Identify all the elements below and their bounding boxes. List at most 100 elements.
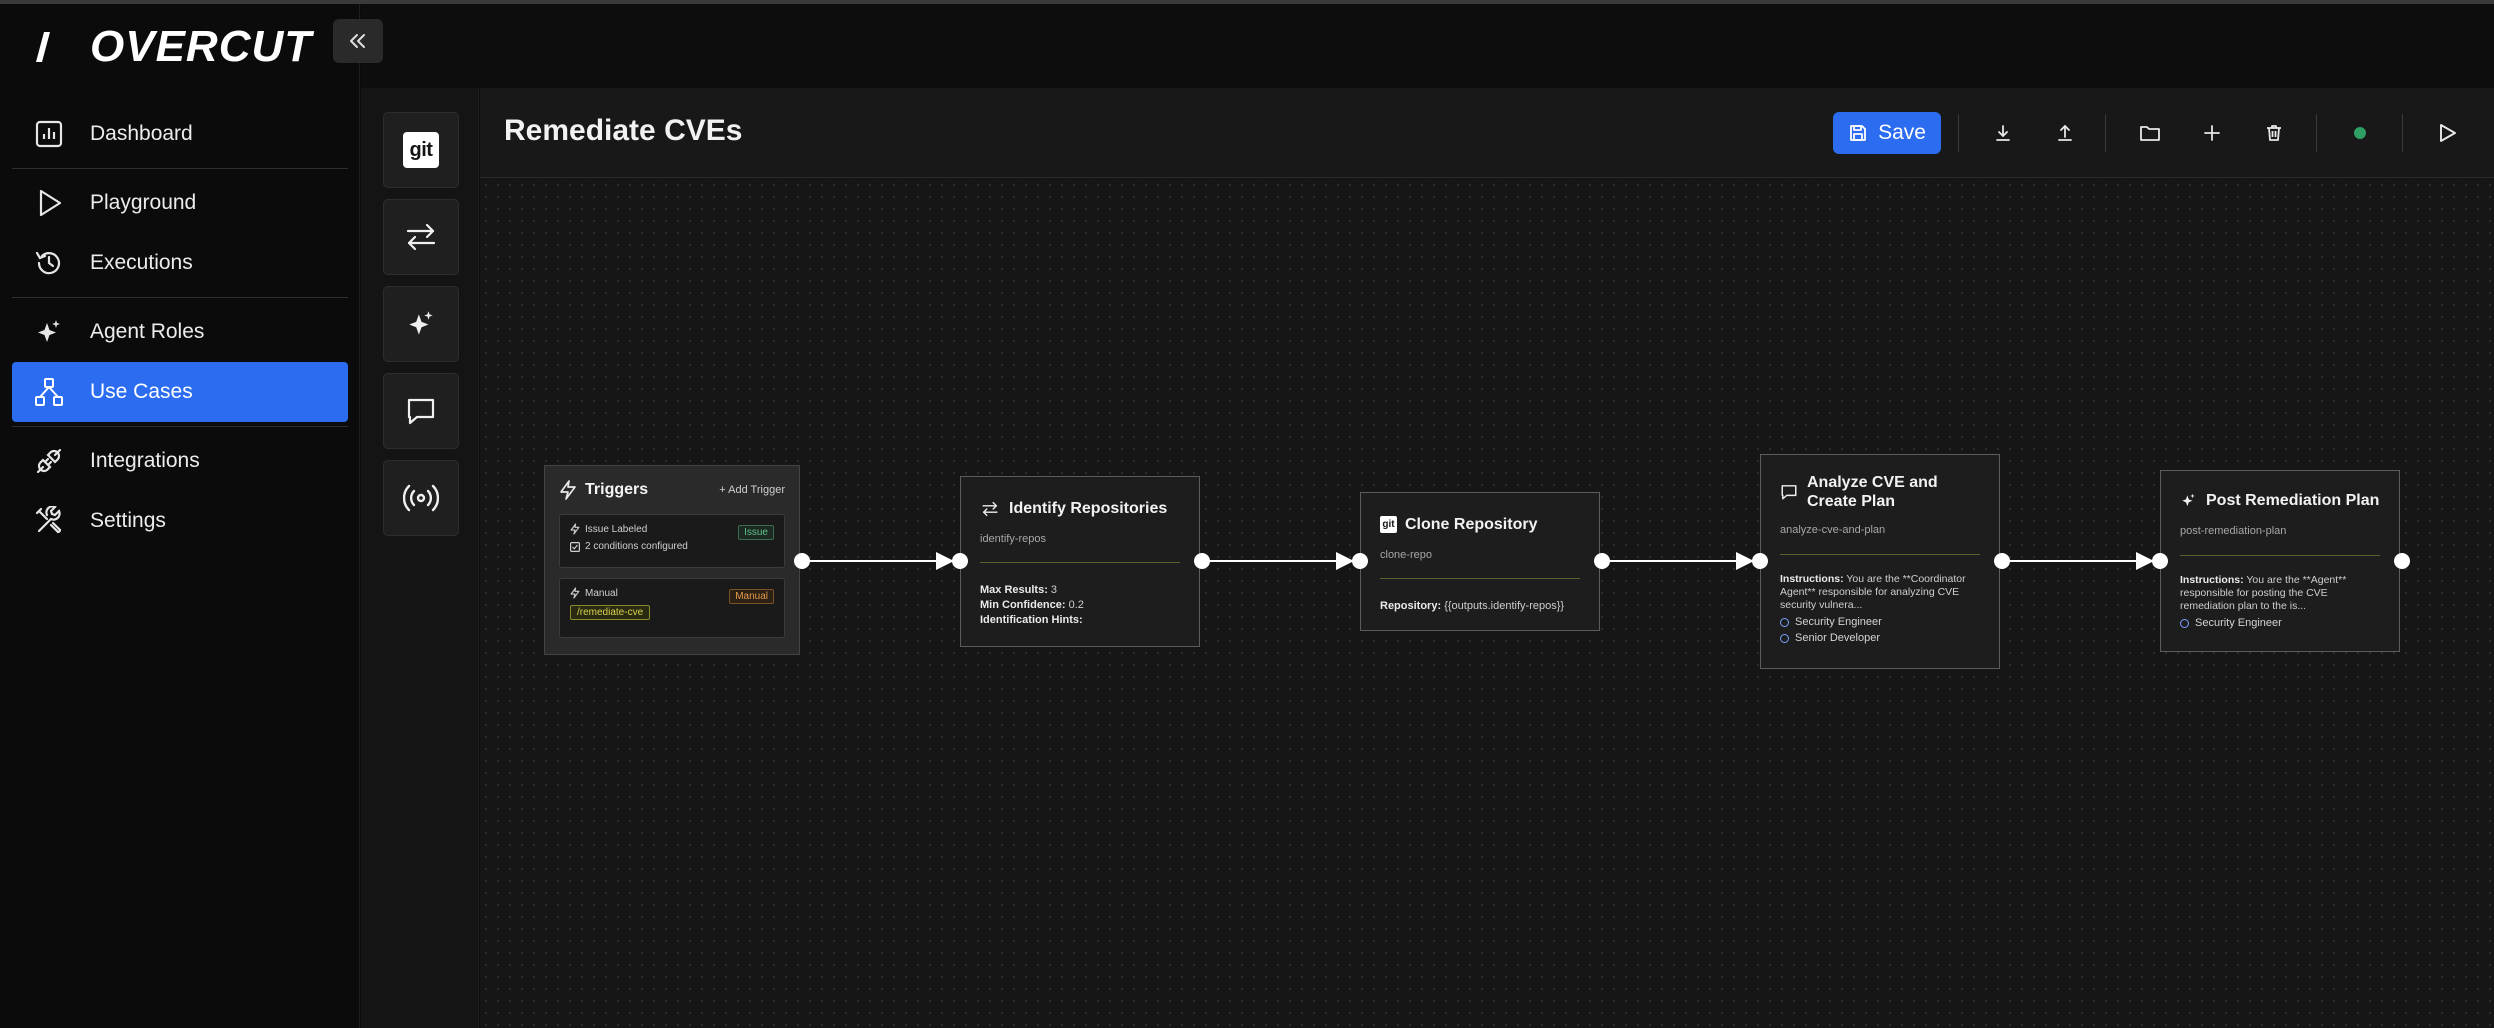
node-post-remediation-plan[interactable]: Post Remediation Plan post-remediation-p…: [2160, 470, 2400, 652]
save-button[interactable]: Save: [1833, 112, 1941, 154]
input-port[interactable]: [952, 553, 968, 569]
node-clone-repository[interactable]: git Clone Repository clone-repo Reposito…: [1360, 492, 1600, 631]
sidebar-nav: Dashboard Playground Executions Agent Ro…: [12, 104, 348, 551]
folder-icon: [2140, 126, 2160, 141]
palette-agent-node[interactable]: [383, 286, 459, 362]
trigger-conditions: 2 conditions configured: [585, 541, 688, 552]
field-repository: Repository: {{outputs.identify-repos}}: [1380, 600, 1565, 612]
git-icon: git: [403, 132, 439, 168]
node-instructions: Instructions: You are the **Coordinator …: [1780, 573, 1966, 611]
triggers-node[interactable]: Triggers + Add Trigger Issue Labeled 2 c…: [544, 465, 800, 655]
output-port[interactable]: [794, 553, 810, 569]
node-identify-repositories[interactable]: Identify Repositories identify-repos Max…: [960, 476, 1200, 647]
node-key: clone-repo: [1380, 549, 1432, 561]
logo-mark-icon: [36, 32, 50, 62]
add-trigger-button[interactable]: + Add Trigger: [719, 484, 785, 496]
checkbox-icon: [570, 541, 580, 552]
field-min-confidence: Min Confidence: 0.2: [980, 599, 1084, 611]
palette-broadcast-node[interactable]: [383, 460, 459, 536]
workflow-workspace: Remediate CVEs Save Triggers + Add Trigg…: [480, 88, 2494, 1028]
trigger-manual[interactable]: Manual /remediate-cve Manual: [559, 578, 785, 638]
sidebar-item-dashboard[interactable]: Dashboard: [12, 104, 348, 164]
triggers-header: Triggers: [559, 480, 648, 500]
run-workflow-button[interactable]: [2429, 115, 2465, 151]
open-folder-button[interactable]: [2132, 115, 2168, 151]
network-icon: [32, 375, 66, 409]
node-title: Identify Repositories: [1009, 500, 1168, 517]
node-title: Clone Repository: [1405, 516, 1538, 533]
sidebar-item-label: Agent Roles: [90, 320, 205, 343]
node-divider: [2180, 555, 2380, 556]
plug-icon: [32, 444, 66, 478]
tools-icon: [32, 504, 66, 538]
sidebar-item-agent-roles[interactable]: Agent Roles: [12, 302, 348, 362]
palette-git-node[interactable]: git: [383, 112, 459, 188]
node-divider: [1380, 578, 1580, 579]
sparkle-icon: [409, 311, 433, 335]
triggers-title: Triggers: [585, 481, 649, 498]
role-circle-icon: [1780, 617, 1789, 627]
nav-divider: [12, 168, 348, 169]
chart-icon: [32, 117, 66, 151]
sidebar-item-executions[interactable]: Executions: [12, 233, 348, 293]
input-port[interactable]: [1352, 553, 1368, 569]
output-port[interactable]: [1194, 553, 1210, 569]
top-header-strip: [361, 4, 2494, 88]
workflow-title[interactable]: Remediate CVEs: [504, 114, 742, 148]
chat-icon: [407, 398, 435, 425]
trigger-name: Issue Labeled: [585, 523, 648, 535]
node-title: Post Remediation Plan: [2206, 492, 2380, 509]
manual-badge: Manual: [729, 589, 774, 604]
play-icon: [32, 186, 66, 220]
input-port[interactable]: [2152, 553, 2168, 569]
arrows-swap-icon: [406, 223, 436, 251]
sparkle-icon: [32, 315, 66, 349]
sidebar-item-integrations[interactable]: Integrations: [12, 431, 348, 491]
node-key: identify-repos: [980, 533, 1047, 545]
palette-message-node[interactable]: [383, 373, 459, 449]
add-node-button[interactable]: [2194, 115, 2230, 151]
download-icon: [1996, 125, 2010, 141]
command-badge: /remediate-cve: [570, 605, 651, 620]
node-palette: git: [361, 88, 479, 1028]
workflow-canvas[interactable]: Triggers + Add Trigger Issue Labeled 2 c…: [480, 179, 2494, 1028]
issue-badge: Issue: [738, 525, 774, 540]
sidebar-item-settings[interactable]: Settings: [12, 491, 348, 551]
role-security-engineer: Security Engineer: [1780, 616, 1990, 628]
role-senior-developer: Senior Developer: [1780, 632, 1990, 644]
output-port[interactable]: [1594, 553, 1610, 569]
palette-identify-node[interactable]: [383, 199, 459, 275]
toolbar-divider: [2316, 114, 2317, 152]
brand-logo[interactable]: OVERCUT: [32, 22, 312, 72]
node-divider: [1780, 554, 1980, 555]
upload-button[interactable]: [2047, 115, 2083, 151]
output-port[interactable]: [2394, 553, 2410, 569]
sidebar-item-label: Playground: [90, 191, 197, 214]
role-circle-icon: [2180, 618, 2189, 628]
node-title-line1: Analyze CVE and: [1807, 474, 1938, 491]
save-button-label: Save: [1878, 121, 1926, 144]
sidebar-item-playground[interactable]: Playground: [12, 173, 348, 233]
status-indicator: [2354, 127, 2366, 139]
trigger-issue-labeled[interactable]: Issue Labeled 2 conditions configured Is…: [559, 514, 785, 568]
input-port[interactable]: [1752, 553, 1768, 569]
plus-icon: [2204, 125, 2220, 141]
download-button[interactable]: [1985, 115, 2021, 151]
node-instructions: Instructions: You are the **Agent** resp…: [2180, 574, 2347, 612]
node-title-line2: Create Plan: [1807, 493, 1896, 510]
arrows-swap-icon: [982, 501, 998, 516]
sidebar-item-label: Settings: [90, 509, 166, 532]
upload-icon: [2058, 125, 2072, 141]
node-analyze-cve-and-create-plan[interactable]: Analyze CVE and Create Plan analyze-cve-…: [1760, 454, 2000, 669]
sidebar-item-use-cases[interactable]: Use Cases: [12, 362, 348, 422]
output-port[interactable]: [1994, 553, 2010, 569]
toolbar-divider: [1958, 114, 1959, 152]
delete-button[interactable]: [2256, 115, 2292, 151]
nav-divider: [12, 297, 348, 298]
role-circle-icon: [1780, 633, 1789, 643]
node-key: analyze-cve-and-plan: [1780, 524, 1886, 536]
collapse-sidebar-button[interactable]: [333, 19, 383, 63]
trigger-name: Manual: [585, 587, 618, 599]
broadcast-icon: [403, 484, 439, 512]
chat-icon: [1781, 485, 1797, 500]
